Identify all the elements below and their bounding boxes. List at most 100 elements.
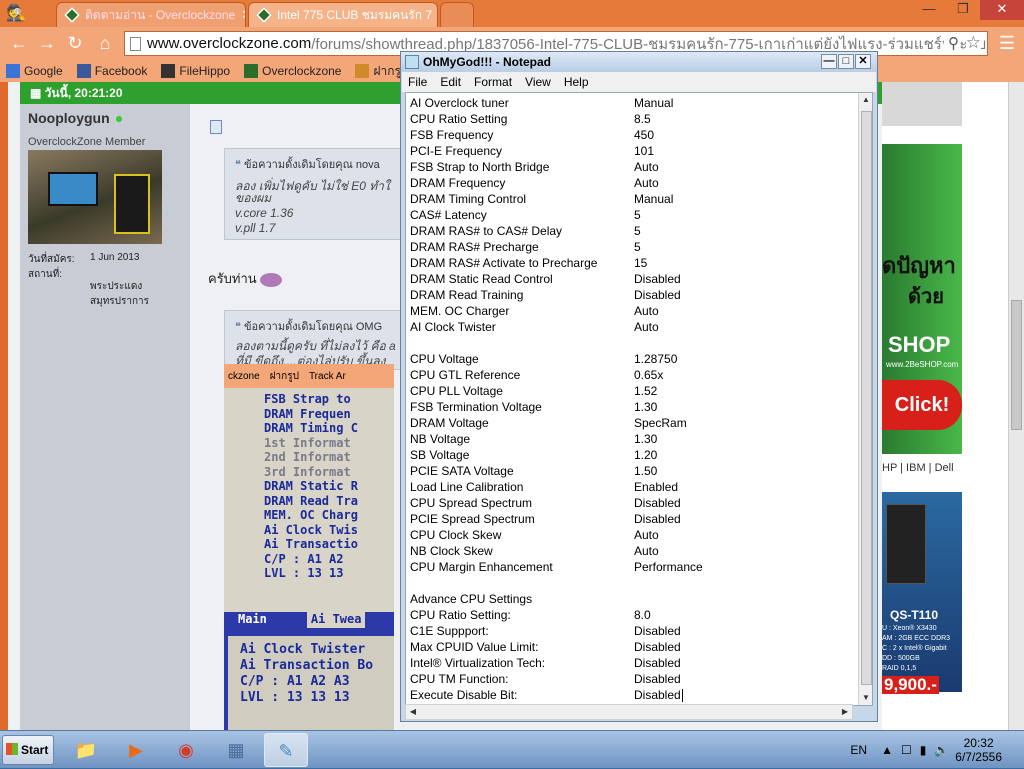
menu-edit[interactable]: Edit (440, 75, 461, 89)
ad-click-button[interactable]: Click! (882, 380, 962, 430)
close-icon[interactable]: ✕ (235, 7, 245, 23)
notepad-line: Load Line Calibration Enabled (410, 479, 678, 495)
setting-name: CPU Spread Spectrum (410, 496, 533, 510)
scroll-up-icon[interactable]: ▲ (859, 93, 872, 107)
setting-value: 8.0 (634, 608, 651, 622)
server-spec: RAID 0,1,5 (882, 665, 917, 672)
setting-value: 8.5 (634, 112, 651, 126)
np-minimize-button[interactable]: — (821, 54, 837, 69)
photo-bios-line: DRAM Frequen (264, 406, 351, 421)
forward-button[interactable]: → (36, 32, 58, 54)
notepad-taskbar-icon[interactable]: ✎ (264, 733, 308, 767)
scroll-down-icon[interactable]: ▼ (859, 691, 872, 705)
notepad-vertical-scrollbar[interactable]: ▲ ▼ (858, 93, 872, 705)
tab-1[interactable]: ติดตามอ่าน - Overclockzone ✕ (56, 2, 246, 27)
notepad-line: CAS# Latency 5 (410, 207, 641, 223)
tab-2[interactable]: Intel 775 CLUB ชมรมคนรัก 7 ✕ (248, 2, 438, 27)
np-close-button[interactable]: ✕ (855, 54, 871, 69)
calculator-taskbar-icon[interactable]: ▦ (214, 733, 258, 767)
bookmark-overclockzone[interactable]: Overclockzone (244, 64, 341, 78)
network-icon[interactable]: ▮ (920, 743, 927, 757)
close-window-button[interactable]: ✕ (980, 0, 1024, 20)
notepad-line: CPU GTL Reference 0.65x (410, 367, 663, 383)
setting-value: 1.30 (634, 400, 658, 414)
bookmark-label: Google (24, 64, 63, 78)
facebook-icon (76, 64, 91, 78)
close-icon[interactable]: ✕ (432, 7, 437, 23)
minimize-button[interactable]: — (912, 0, 946, 20)
scroll-left-icon[interactable]: ◀ (406, 705, 420, 719)
clock[interactable]: 20:32 6/7/2556 (955, 736, 1002, 764)
photo-browser-strip: ckzone ฝากรูป Track Ar (224, 364, 394, 388)
overclockzone-icon (244, 64, 259, 78)
text-caret (681, 689, 683, 703)
menu-icon[interactable]: ☰ (996, 32, 1018, 54)
ad-banner-top[interactable] (882, 82, 962, 126)
photo-bookmark: Track Ar (308, 370, 346, 382)
notepad-line: DRAM Static Read Control Disabled (410, 271, 681, 287)
online-status-icon (116, 116, 122, 122)
bios-photo[interactable]: ckzone ฝากรูป Track Ar FSB Strap to DRAM … (224, 364, 394, 730)
menu-file[interactable]: File (408, 75, 427, 89)
notepad-line: DRAM Frequency Auto (410, 175, 659, 191)
sidebar-links[interactable]: HP | IBM | Dell (882, 462, 954, 474)
page-scrollbar[interactable] (1008, 82, 1024, 730)
avatar[interactable] (28, 150, 162, 244)
setting-name: CPU Voltage (410, 352, 479, 366)
tab-2-label: Intel 775 CLUB ชมรมคนรัก 7 (277, 7, 433, 22)
photo-bios-line: Ai Transactio (264, 537, 358, 551)
photo-bios-line: 1st Informat (264, 435, 351, 450)
tray-app-icon[interactable]: ☐ (901, 743, 912, 757)
setting-value: 1.50 (634, 464, 658, 478)
explorer-taskbar-icon[interactable]: 📁 (64, 733, 108, 767)
notepad-horizontal-scrollbar[interactable]: ◀ ▶ (405, 704, 853, 720)
chrome-taskbar-icon[interactable]: ◉ (164, 733, 208, 767)
tray-expand-icon[interactable]: ▲ (881, 743, 893, 757)
photo-tab: Main (238, 612, 267, 626)
notepad-title-bar[interactable]: OhMyGod!!! - Notepad — □ ✕ (401, 52, 877, 72)
bookmark-filehippo[interactable]: FileHippo (161, 64, 230, 78)
language-indicator[interactable]: EN (850, 743, 867, 757)
notepad-line: DRAM Read Training Disabled (410, 287, 681, 303)
overclockzone-icon (256, 7, 272, 23)
setting-name: CAS# Latency (410, 208, 487, 222)
new-tab-button[interactable] (440, 2, 474, 27)
home-button[interactable]: ⌂ (94, 32, 116, 54)
menu-format[interactable]: Format (474, 75, 512, 89)
setting-value: Manual (634, 192, 674, 206)
quote-header-2-text: ข้อความดั้งเดิมโดยคุณ OMG (243, 321, 383, 333)
ad-server[interactable]: QS-T110 U : Xeon® X3430 AM : 2GB ECC DDR… (882, 492, 962, 694)
setting-name: DRAM RAS# Precharge (410, 240, 539, 254)
setting-name: MEM. OC Charger (410, 304, 510, 318)
notepad-menu-bar: File Edit Format View Help (402, 72, 876, 92)
notepad-line: CPU PLL Voltage 1.52 (410, 383, 657, 399)
maximize-button[interactable]: ❐ (946, 0, 980, 20)
back-button[interactable]: ← (8, 32, 30, 54)
star-icon[interactable]: ☆ (965, 33, 981, 53)
reload-button[interactable]: ↻ (64, 32, 86, 54)
volume-icon[interactable]: 🔈 (934, 743, 949, 757)
setting-name: CPU Margin Enhancement (410, 560, 553, 574)
notepad-line: DRAM Voltage SpecRam (410, 415, 687, 431)
reply-text: ครับท่าน (208, 268, 283, 289)
notepad-line: FSB Frequency 450 (410, 127, 654, 143)
bookmark-google[interactable]: Google (6, 64, 63, 78)
notepad-text-area[interactable]: AI Overclock tuner Manual CPU Ratio Settin… (405, 92, 873, 706)
server-specs: U : Xeon® X3430 AM : 2GB ECC DDR3 C : 2 … (882, 624, 950, 674)
menu-help[interactable]: Help (564, 75, 589, 89)
start-button[interactable]: Start (2, 735, 54, 765)
bookmark-facebook[interactable]: Facebook (76, 64, 147, 78)
notepad-scroll-thumb[interactable] (861, 111, 872, 685)
np-maximize-button[interactable]: □ (838, 54, 854, 69)
username[interactable]: Nooploygun (28, 110, 110, 126)
scroll-right-icon[interactable]: ▶ (838, 705, 852, 719)
notepad-line: DRAM RAS# to CAS# Delay 5 (410, 223, 641, 239)
google-icon (6, 64, 20, 78)
search-icon[interactable]: ⚲ (944, 34, 959, 52)
notepad-line: Max CPUID Value Limit: Disabled (410, 639, 681, 655)
ad-2beshop[interactable]: ดปัญหา ด้วย SHOP www.2BeSHOP.com Click! (882, 144, 962, 454)
tab-strip: 🕵 ติดตามอ่าน - Overclockzone ✕ Intel 775… (0, 0, 1024, 27)
scrollbar-thumb[interactable] (1011, 300, 1022, 430)
menu-view[interactable]: View (525, 75, 551, 89)
media-player-taskbar-icon[interactable]: ▶ (114, 733, 158, 767)
